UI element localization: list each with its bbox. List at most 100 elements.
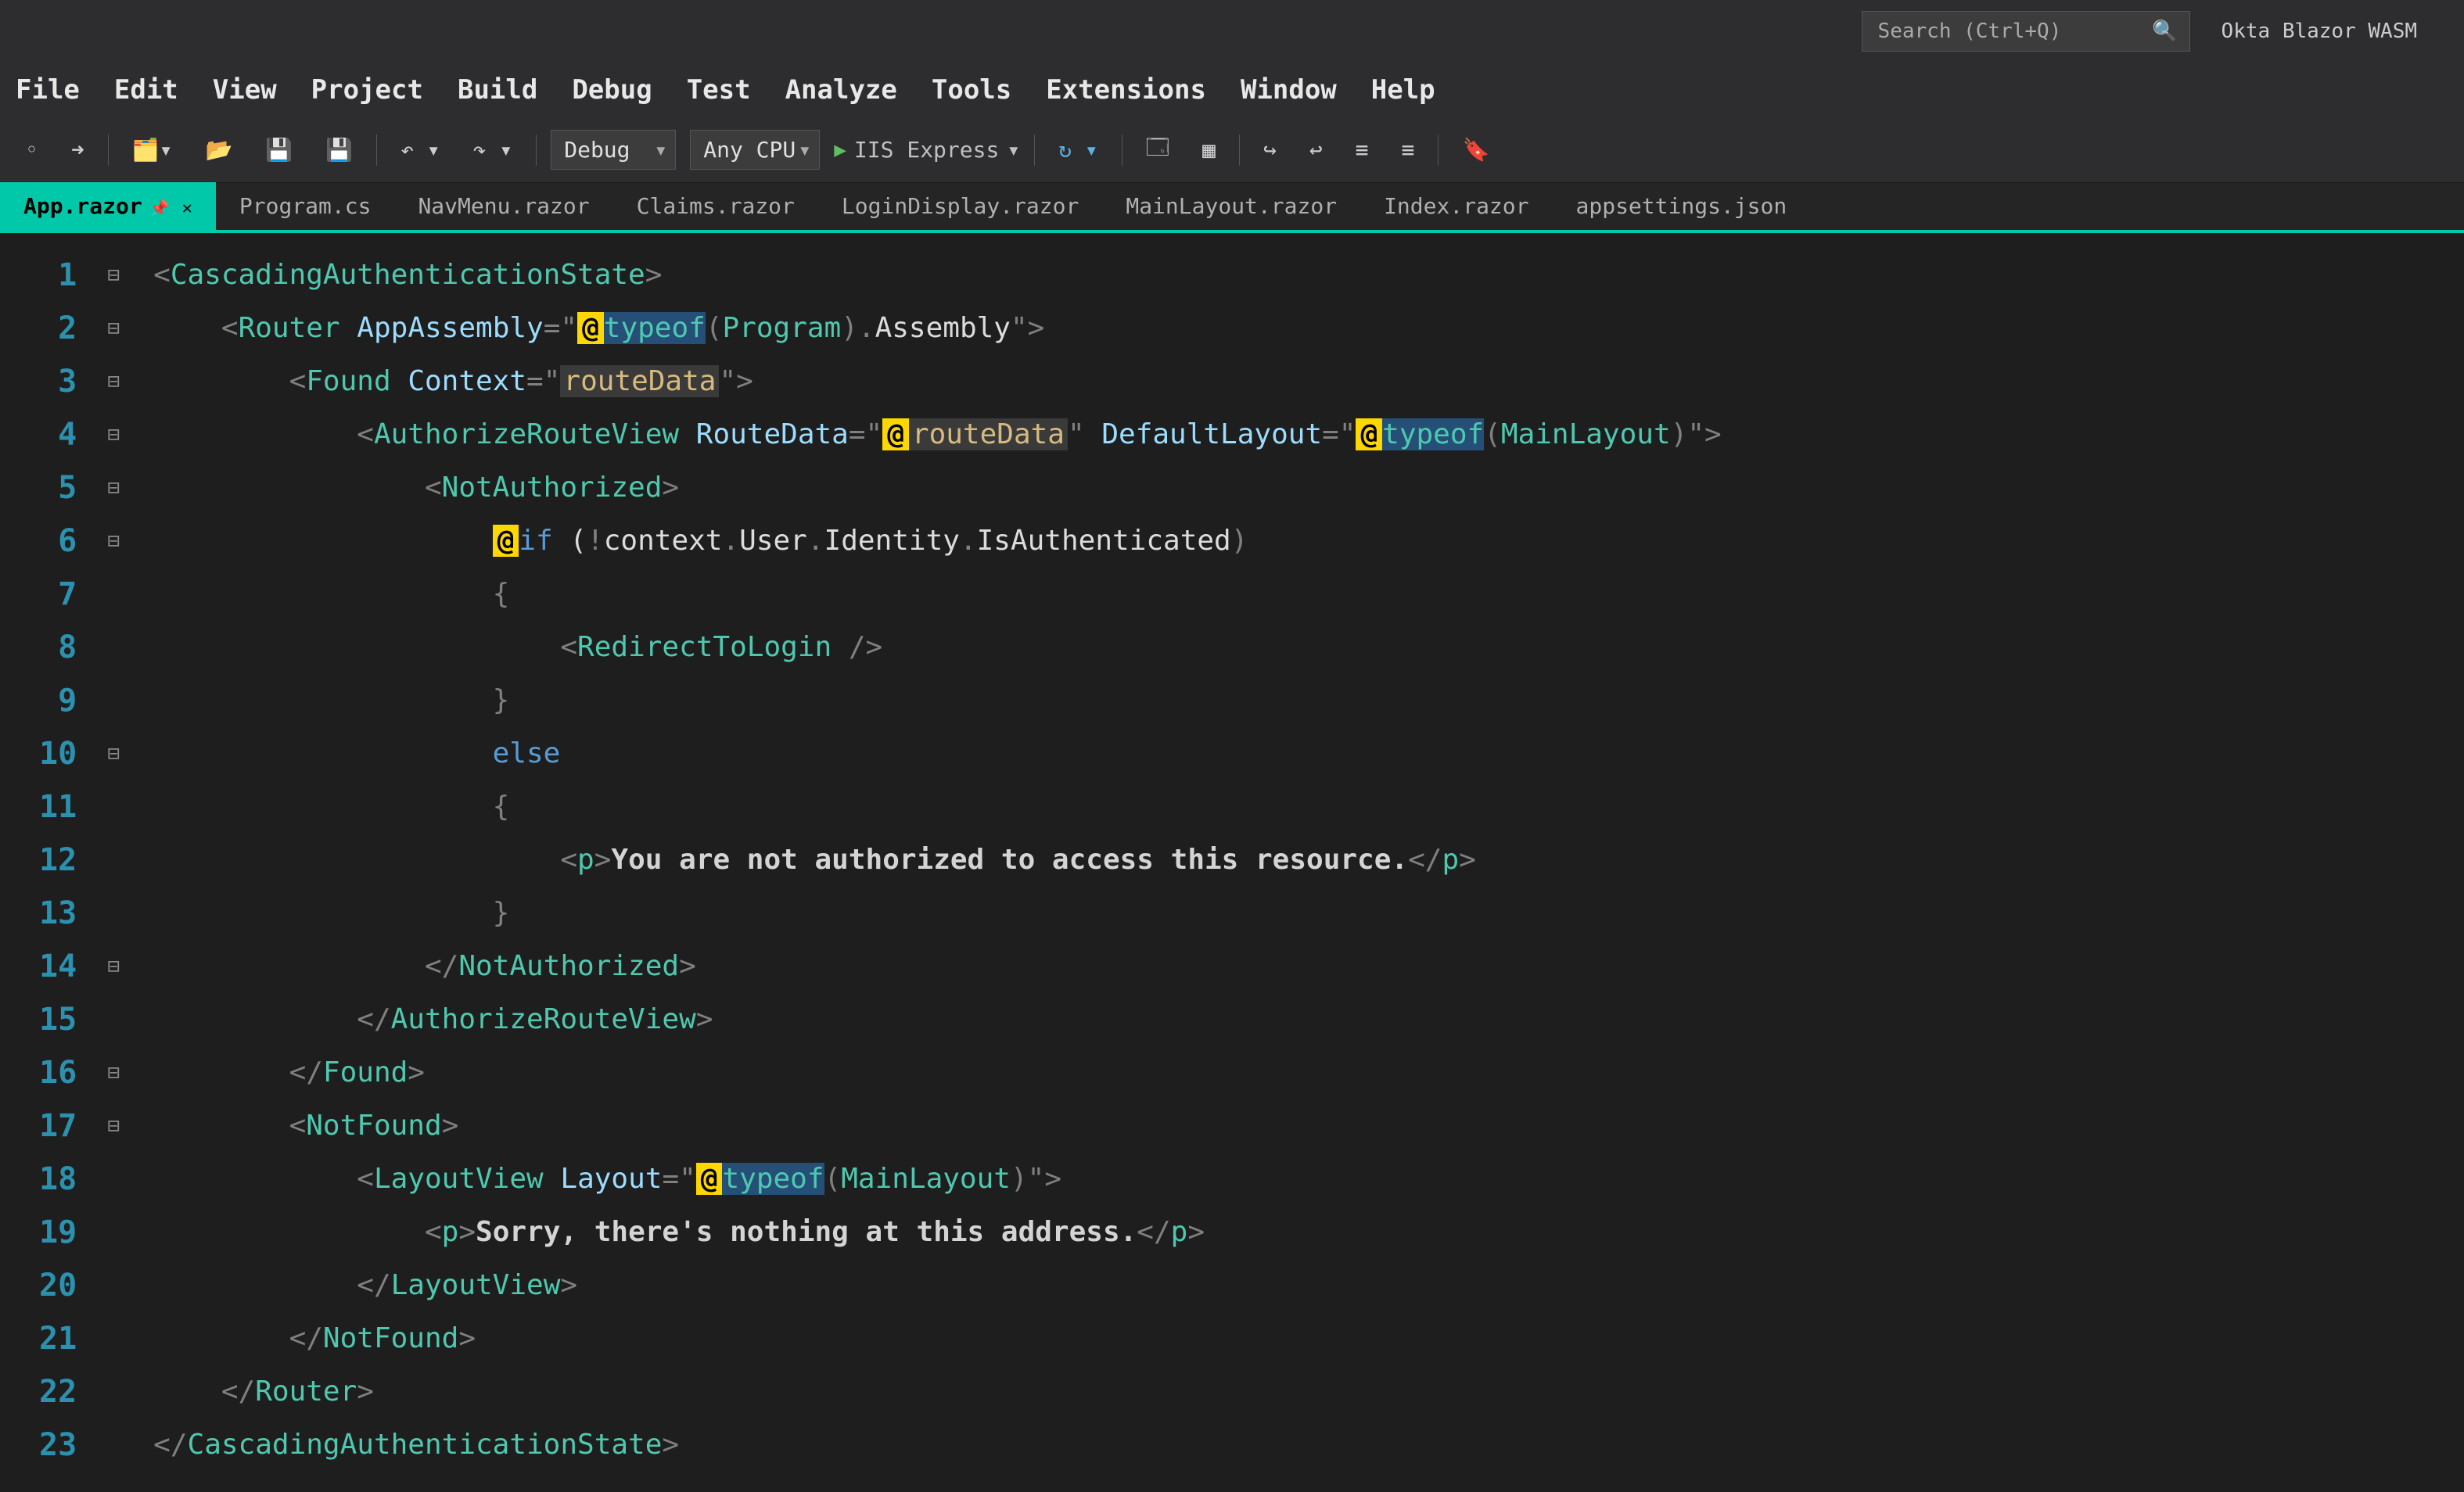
code-line[interactable]: } [153, 887, 1722, 940]
fold-marker[interactable]: ⊟ [99, 249, 128, 302]
code-line[interactable]: <Found Context="routeData"> [153, 355, 1722, 408]
code-line[interactable]: <AuthorizeRouteView RouteData="@routeDat… [153, 408, 1722, 461]
bookmark-icon[interactable]: 🔖 [1453, 132, 1499, 167]
code-line[interactable]: @if (!context.User.Identity.IsAuthentica… [153, 515, 1722, 568]
fold-marker[interactable]: ⊟ [99, 515, 128, 568]
code-line[interactable]: <NotFound> [153, 1099, 1722, 1153]
redo-button[interactable]: ↷ ▾ [464, 132, 523, 167]
nav-forward-button[interactable]: ➜ [62, 132, 94, 167]
menu-analyze[interactable]: Analyze [785, 74, 897, 106]
code-line[interactable]: </NotFound> [153, 1312, 1722, 1365]
code-line[interactable]: { [153, 780, 1722, 834]
code-line[interactable]: else [153, 727, 1722, 780]
fold-marker[interactable] [99, 1312, 128, 1365]
fold-marker[interactable]: ⊟ [99, 461, 128, 515]
line-number: 2 [39, 302, 77, 355]
run-button[interactable]: ▶ IIS Express ▾ [834, 137, 1020, 163]
code-line[interactable]: <NotAuthorized> [153, 461, 1722, 515]
play-icon: ▶ [834, 138, 846, 162]
code-line[interactable]: </NotAuthorized> [153, 940, 1722, 993]
save-all-icon[interactable]: 💾 [316, 132, 362, 167]
indent-icon[interactable]: ≡ [1392, 132, 1424, 167]
code-line[interactable]: { [153, 568, 1722, 621]
menu-debug[interactable]: Debug [572, 74, 652, 106]
new-project-icon[interactable]: 🗂️▾ [123, 132, 182, 167]
fold-marker[interactable] [99, 887, 128, 940]
fold-marker[interactable] [99, 621, 128, 674]
code-content[interactable]: <CascadingAuthenticationState> <Router A… [135, 233, 1722, 1492]
step-icon[interactable]: ↪ [1254, 132, 1286, 167]
fold-marker[interactable]: ⊟ [99, 727, 128, 780]
document-tabbar: App.razor📌✕Program.csNavMenu.razorClaims… [0, 183, 2464, 233]
open-file-icon[interactable]: 📂 [196, 132, 242, 167]
menu-tools[interactable]: Tools [932, 74, 1011, 106]
separator [536, 134, 537, 166]
code-line[interactable]: </Router> [153, 1365, 1722, 1418]
tab-navmenu-razor[interactable]: NavMenu.razor [394, 182, 612, 230]
fold-marker[interactable] [99, 1206, 128, 1259]
line-number: 11 [39, 780, 77, 834]
code-line[interactable]: <Router AppAssembly="@typeof(Program).As… [153, 302, 1722, 355]
fold-marker[interactable] [99, 568, 128, 621]
tab-index-razor[interactable]: Index.razor [1360, 182, 1552, 230]
code-line[interactable]: <RedirectToLogin /> [153, 621, 1722, 674]
menu-window[interactable]: Window [1241, 74, 1337, 106]
code-line[interactable]: </Found> [153, 1046, 1722, 1099]
tab-appsettings-json[interactable]: appsettings.json [1553, 182, 1811, 230]
tab-app-razor[interactable]: App.razor📌✕ [0, 182, 216, 230]
code-editor[interactable]: 1234567891011121314151617181920212223 ⊟⊟… [0, 233, 2464, 1492]
build-config-dropdown[interactable]: Debug [551, 130, 676, 170]
code-line[interactable]: } [153, 674, 1722, 727]
outdent-icon[interactable]: ≡ [1346, 132, 1378, 167]
platform-dropdown[interactable]: Any CPU [690, 130, 820, 170]
global-search-input[interactable]: Search (Ctrl+Q) 🔍 [1862, 11, 2190, 52]
properties-icon[interactable]: ▦ [1193, 132, 1225, 167]
fold-marker[interactable] [99, 834, 128, 887]
menu-build[interactable]: Build [458, 74, 537, 106]
pin-icon[interactable]: 📌 [150, 199, 170, 217]
line-number: 23 [39, 1418, 77, 1472]
fold-marker[interactable] [99, 1153, 128, 1206]
step-icon[interactable]: ↩ [1300, 132, 1332, 167]
fold-gutter[interactable]: ⊟⊟⊟⊟⊟⊟⊟⊟⊟⊟ [92, 233, 135, 1492]
menu-project[interactable]: Project [311, 74, 423, 106]
menu-help[interactable]: Help [1371, 74, 1435, 106]
tab-program-cs[interactable]: Program.cs [216, 182, 395, 230]
tab-mainlayout-razor[interactable]: MainLayout.razor [1102, 182, 1360, 230]
code-line[interactable]: </CascadingAuthenticationState> [153, 1418, 1722, 1472]
close-icon[interactable]: ✕ [182, 199, 192, 218]
fold-marker[interactable] [99, 1365, 128, 1418]
toolbox-icon[interactable]: 🗔 [1137, 127, 1179, 174]
menu-file[interactable]: File [16, 74, 80, 106]
menu-edit[interactable]: Edit [114, 74, 178, 106]
undo-button[interactable]: ↶ ▾ [391, 132, 450, 167]
code-line[interactable]: <LayoutView Layout="@typeof(MainLayout)"… [153, 1153, 1722, 1206]
tab-claims-razor[interactable]: Claims.razor [613, 182, 818, 230]
menu-extensions[interactable]: Extensions [1046, 74, 1206, 106]
fold-marker[interactable]: ⊟ [99, 1046, 128, 1099]
fold-marker[interactable] [99, 1418, 128, 1472]
separator [376, 134, 377, 166]
line-number: 21 [39, 1312, 77, 1365]
fold-marker[interactable]: ⊟ [99, 1099, 128, 1153]
refresh-icon[interactable]: ↻ ▾ [1049, 132, 1108, 167]
fold-marker[interactable]: ⊟ [99, 408, 128, 461]
fold-marker[interactable] [99, 674, 128, 727]
menu-view[interactable]: View [213, 74, 277, 106]
nav-back-button[interactable]: ◦ [16, 132, 48, 167]
fold-marker[interactable]: ⊟ [99, 940, 128, 993]
fold-marker[interactable] [99, 993, 128, 1046]
titlebar: Search (Ctrl+Q) 🔍 Okta Blazor WASM [0, 0, 2464, 63]
menu-test[interactable]: Test [687, 74, 751, 106]
save-icon[interactable]: 💾 [256, 132, 302, 167]
code-line[interactable]: <p>Sorry, there's nothing at this addres… [153, 1206, 1722, 1259]
fold-marker[interactable]: ⊟ [99, 302, 128, 355]
code-line[interactable]: <CascadingAuthenticationState> [153, 249, 1722, 302]
fold-marker[interactable] [99, 1259, 128, 1312]
code-line[interactable]: </AuthorizeRouteView> [153, 993, 1722, 1046]
fold-marker[interactable] [99, 780, 128, 834]
code-line[interactable]: <p>You are not authorized to access this… [153, 834, 1722, 887]
code-line[interactable]: </LayoutView> [153, 1259, 1722, 1312]
tab-logindisplay-razor[interactable]: LoginDisplay.razor [818, 182, 1102, 230]
fold-marker[interactable]: ⊟ [99, 355, 128, 408]
